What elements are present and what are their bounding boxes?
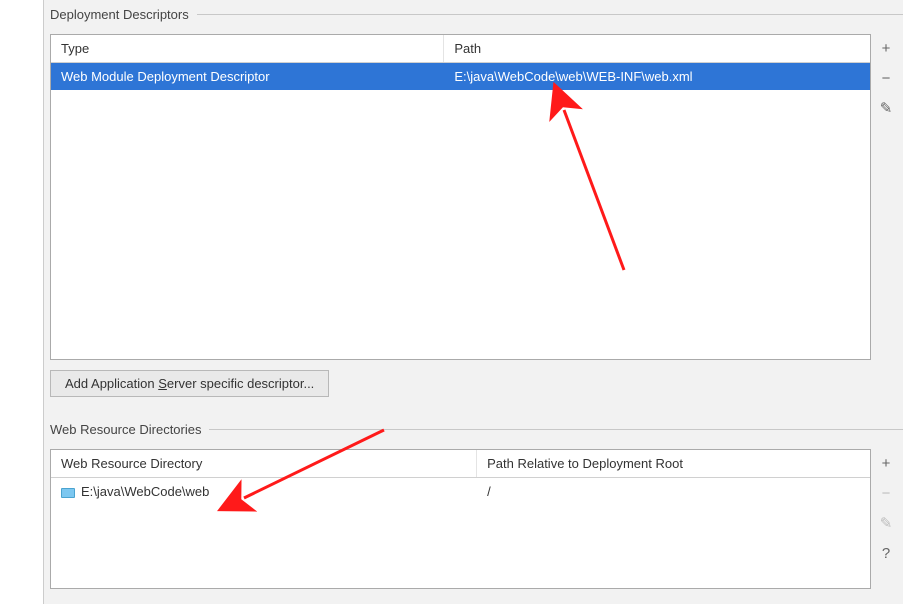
- minus-icon: −: [882, 70, 891, 87]
- table-row[interactable]: Web Module Deployment Descriptor E:\java…: [51, 63, 870, 91]
- remove-button[interactable]: −: [876, 68, 896, 88]
- webres-table-container: Web Resource Directory Path Relative to …: [50, 449, 871, 589]
- help-button[interactable]: ?: [876, 543, 896, 563]
- table-row[interactable]: E:\java\WebCode\web /: [51, 478, 870, 506]
- col-webres-dir[interactable]: Web Resource Directory: [51, 450, 477, 478]
- col-webres-rel[interactable]: Path Relative to Deployment Root: [477, 450, 870, 478]
- remove-button: −: [876, 483, 896, 503]
- cell-webres-dir: E:\java\WebCode\web: [51, 478, 477, 506]
- deployment-table-area: Type Path Web Module Deployment Descript…: [50, 34, 897, 360]
- edit-button: ✎: [876, 513, 896, 533]
- add-button[interactable]: +: [876, 38, 896, 58]
- btn-suffix: erver specific descriptor...: [167, 376, 314, 391]
- deployment-table[interactable]: Type Path Web Module Deployment Descript…: [51, 35, 870, 352]
- cell-type: Web Module Deployment Descriptor: [51, 63, 444, 91]
- section-header-deployment: Deployment Descriptors: [44, 0, 903, 28]
- section-divider: [197, 14, 903, 15]
- section-divider: [209, 429, 903, 430]
- edit-icon: ✎: [880, 514, 893, 532]
- btn-prefix: Add Application: [65, 376, 158, 391]
- help-icon: ?: [882, 545, 890, 562]
- deployment-table-container: Type Path Web Module Deployment Descript…: [50, 34, 871, 360]
- section-header-webres: Web Resource Directories: [44, 415, 903, 443]
- add-button[interactable]: +: [876, 453, 896, 473]
- spacer: [44, 397, 903, 415]
- btn-hotkey: S: [158, 376, 167, 391]
- add-server-descriptor-button[interactable]: Add Application Server specific descript…: [50, 370, 329, 397]
- section-title-webres: Web Resource Directories: [50, 422, 201, 437]
- edit-button[interactable]: ✎: [876, 98, 896, 118]
- webres-side-buttons: + − ✎ ?: [871, 449, 897, 589]
- cell-webres-rel: /: [477, 478, 870, 506]
- cell-path: E:\java\WebCode\web\WEB-INF\web.xml: [444, 63, 870, 91]
- cell-webres-dir-text: E:\java\WebCode\web: [81, 484, 209, 499]
- plus-icon: +: [882, 455, 891, 472]
- col-path[interactable]: Path: [444, 35, 870, 63]
- left-gutter: [0, 0, 44, 604]
- minus-icon: −: [882, 485, 891, 502]
- edit-icon: ✎: [880, 99, 893, 117]
- folder-icon: [61, 488, 75, 498]
- webres-table[interactable]: Web Resource Directory Path Relative to …: [51, 450, 870, 565]
- section-title-deployment: Deployment Descriptors: [50, 7, 189, 22]
- main-panel: Deployment Descriptors Type Path Web Mod…: [44, 0, 903, 604]
- table-empty-area: [51, 505, 870, 565]
- plus-icon: +: [882, 40, 891, 57]
- col-type[interactable]: Type: [51, 35, 444, 63]
- deployment-side-buttons: + − ✎: [871, 34, 897, 360]
- webres-table-area: Web Resource Directory Path Relative to …: [50, 449, 897, 589]
- table-empty-area: [51, 90, 870, 352]
